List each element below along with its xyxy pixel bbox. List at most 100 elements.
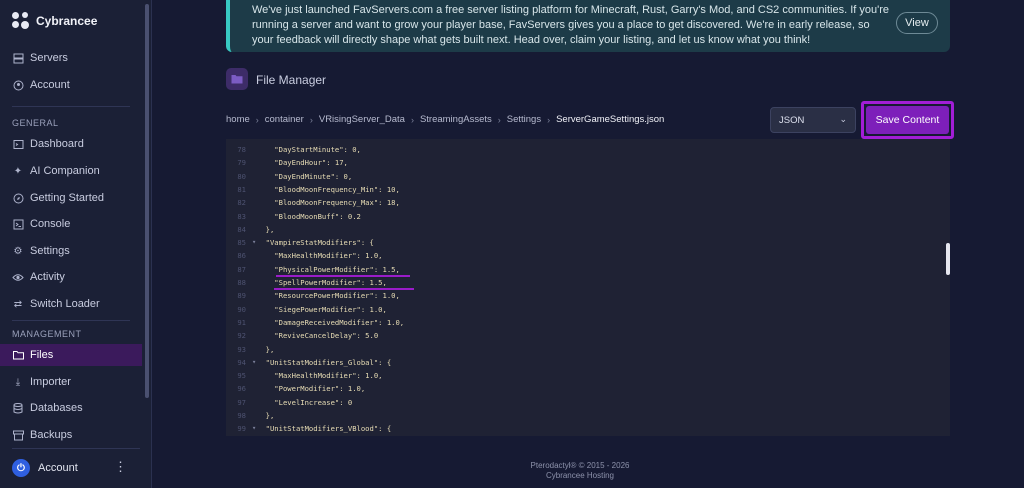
code-line[interactable]: 80 "DayEndMinute": 0, (226, 170, 946, 183)
code-line[interactable]: 89 "ResourcePowerModifier": 1.0, (226, 289, 946, 302)
editor-scrollbar[interactable] (946, 243, 950, 275)
annotation-underline (274, 288, 414, 290)
fold-toggle-icon[interactable]: ▾ (252, 236, 256, 249)
code-line[interactable]: 91 "DamageReceivedModifier": 1.0, (226, 316, 946, 329)
sidebar-item-label: Servers (30, 52, 68, 64)
code-line[interactable]: 98 }, (226, 409, 946, 422)
breadcrumb-item[interactable]: home (226, 114, 250, 125)
save-content-button[interactable]: Save Content (866, 106, 949, 134)
breadcrumb-item[interactable]: VRisingServer_Data (319, 114, 405, 125)
chevron-right-icon: › (410, 114, 414, 125)
sidebar-scrollbar[interactable] (145, 4, 149, 398)
code-line[interactable]: 84 }, (226, 223, 946, 236)
sidebar-item-ai-companion[interactable]: ✦ AI Companion (0, 160, 142, 182)
chevron-right-icon: › (309, 114, 313, 125)
code-text: "BloodMoonBuff": 0.2 (257, 211, 361, 221)
code-editor[interactable]: 78 "DayStartMinute": 0, 79 "DayEndHour": … (226, 139, 950, 436)
code-text: "UnitStatModifiers_Global": { (257, 357, 392, 367)
code-line[interactable]: 83 "BloodMoonBuff": 0.2 (226, 210, 946, 223)
line-number: 95 (237, 371, 246, 381)
line-number: 79 (237, 158, 246, 168)
code-line[interactable]: 96 "PowerModifier": 1.0, (226, 382, 946, 395)
line-number: 98 (237, 411, 246, 420)
code-line[interactable]: 79 "DayEndHour": 17, (226, 156, 946, 169)
code-line[interactable]: 82 "BloodMoonFrequency_Max": 18, (226, 196, 946, 209)
line-number: 91 (237, 317, 246, 327)
sidebar-item-backups[interactable]: Backups (0, 424, 142, 446)
eye-icon (12, 271, 24, 283)
code-line[interactable]: 95 "MaxHealthModifier": 1.0, (226, 369, 946, 382)
terminal-icon (12, 138, 24, 150)
download-icon: ⤓ (15, 376, 21, 388)
code-line[interactable]: 94 ▾ "UnitStatModifiers_Global": { (226, 356, 946, 369)
chevron-right-icon: › (547, 114, 551, 125)
banner-view-button[interactable]: View (896, 12, 938, 34)
code-text: "SiegePowerModifier": 1.0, (257, 304, 387, 314)
sidebar-item-label: Getting Started (30, 192, 104, 204)
archive-icon (12, 429, 24, 441)
code-text: "BloodMoonFrequency_Min": 10, (257, 184, 400, 194)
brand-name: Cybrancee (36, 14, 98, 28)
footer-copyright: Pterodactyl® © 2015 - 2026 (530, 461, 630, 470)
line-number: 86 (237, 251, 246, 261)
line-number: 85 (237, 238, 246, 248)
line-number: 96 (237, 384, 246, 394)
fold-toggle-icon[interactable]: ▾ (252, 356, 256, 369)
code-line[interactable]: 86 "MaxHealthModifier": 1.0, (226, 249, 946, 262)
section-label-general: GENERAL (12, 118, 59, 128)
line-number: 93 (237, 344, 246, 354)
code-line[interactable]: 85 ▾ "VampireStatModifiers": { (226, 236, 946, 249)
brand[interactable]: Cybrancee (12, 12, 97, 30)
chevron-right-icon: › (255, 114, 259, 125)
code-line[interactable]: 90 "SiegePowerModifier": 1.0, (226, 303, 946, 316)
line-number: 90 (237, 304, 246, 314)
code-text: "DayEndMinute": 0, (257, 171, 353, 181)
sidebar-item-servers[interactable]: Servers (0, 47, 142, 69)
code-line[interactable]: 78 "DayStartMinute": 0, (226, 143, 946, 156)
sidebar-item-console[interactable]: Console (0, 213, 142, 235)
sidebar-item-label: Account (30, 79, 70, 91)
sidebar-item-files[interactable]: Files (0, 344, 142, 366)
code-text: "UnitStatModifiers_VBlood": { (257, 424, 392, 434)
line-number: 82 (237, 198, 246, 208)
folder-icon (226, 68, 248, 90)
sidebar-item-getting-started[interactable]: Getting Started (0, 187, 142, 209)
power-avatar-icon: ⏻ (12, 459, 30, 477)
sidebar-item-databases[interactable]: Databases (0, 397, 142, 419)
code-text: "VampireStatModifiers": { (257, 238, 374, 248)
sidebar-item-account[interactable]: Account (0, 74, 142, 96)
line-number: 84 (237, 224, 246, 234)
breadcrumb-item[interactable]: StreamingAssets (420, 114, 492, 125)
page-title: File Manager (256, 73, 327, 87)
line-number: 88 (237, 278, 246, 287)
sidebar-item-settings[interactable]: ⚙ Settings (0, 240, 142, 262)
line-number: 78 (237, 145, 246, 154)
database-icon (12, 402, 24, 414)
breadcrumb-item[interactable]: container (265, 114, 304, 125)
editor-mode-select[interactable]: JSON ⌄ (770, 107, 856, 133)
sidebar-item-label: Console (30, 218, 71, 230)
code-line[interactable]: 81 "BloodMoonFrequency_Min": 10, (226, 183, 946, 196)
sidebar-item-switch-loader[interactable]: ⇄ Switch Loader (0, 293, 142, 315)
sidebar-item-label: Files (30, 349, 54, 361)
line-number: 97 (237, 397, 246, 407)
sidebar-item-label: Databases (30, 402, 83, 414)
breadcrumb-item[interactable]: Settings (507, 114, 541, 125)
sidebar-item-importer[interactable]: ⤓ Importer (0, 371, 142, 393)
sidebar-item-label: Dashboard (30, 138, 84, 150)
sidebar-item-dashboard[interactable]: Dashboard (0, 133, 142, 155)
sidebar: Cybrancee Servers Account GENERAL Dashbo… (0, 0, 152, 488)
gear-icon: ⚙ (13, 245, 23, 257)
code-line[interactable]: 93 }, (226, 343, 946, 356)
editor-mode-value: JSON (779, 114, 805, 126)
more-vertical-icon[interactable]: ⋮ (114, 460, 127, 474)
code-line[interactable]: 92 "ReviveCancelDelay": 5.0 (226, 329, 946, 342)
code-text: "BloodMoonFrequency_Max": 18, (257, 198, 400, 208)
fold-toggle-icon[interactable]: ▾ (252, 422, 256, 435)
sidebar-item-activity[interactable]: Activity (0, 266, 142, 288)
code-line[interactable]: 97 "LevelIncrease": 0 (226, 396, 946, 409)
code-text: "DayStartMinute": 0, (257, 145, 361, 154)
sidebar-item-label: AI Companion (30, 165, 100, 177)
server-icon (12, 52, 24, 64)
code-line[interactable]: 99 ▾ "UnitStatModifiers_VBlood": { (226, 422, 946, 435)
